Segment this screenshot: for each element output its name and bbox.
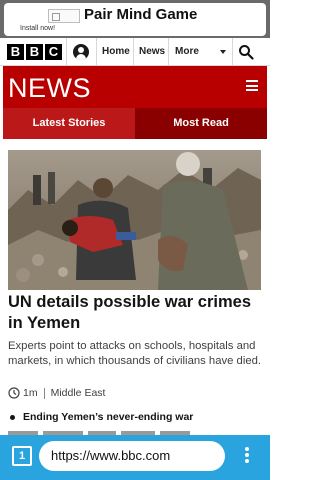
ad-title[interactable]: Pair Mind Game bbox=[84, 6, 197, 23]
news-header: NEWS bbox=[3, 66, 267, 108]
meta-divider bbox=[43, 387, 45, 399]
chevron-down-icon[interactable] bbox=[219, 48, 227, 56]
ad-card[interactable]: Pair Mind Game Install now! bbox=[4, 3, 266, 36]
clock-icon bbox=[8, 387, 20, 399]
article-photo[interactable] bbox=[8, 150, 261, 290]
tab-most-read[interactable]: Most Read bbox=[135, 108, 267, 139]
article-meta: 1m Middle East bbox=[8, 386, 105, 400]
overflow-menu-icon[interactable] bbox=[244, 447, 250, 465]
nav-divider bbox=[232, 38, 233, 66]
tab-latest-stories[interactable]: Latest Stories bbox=[3, 108, 135, 139]
tab-switcher-button[interactable]: 1 bbox=[12, 446, 32, 466]
related-story-link[interactable]: Ending Yemen’s never-ending war bbox=[8, 411, 193, 423]
ad-banner[interactable]: Pair Mind Game Install now! bbox=[0, 0, 270, 38]
nav-link-home[interactable]: Home bbox=[102, 38, 130, 66]
address-bar[interactable]: https://www.bbc.com bbox=[39, 441, 225, 471]
article-summary: Experts point to attacks on schools, hos… bbox=[8, 340, 262, 367]
story-tabs: Latest Stories Most Read bbox=[3, 108, 267, 139]
article-list: UN details possible war crimes in Yemen … bbox=[0, 139, 270, 435]
article-time: 1m bbox=[23, 387, 38, 399]
search-icon[interactable] bbox=[238, 44, 254, 60]
bbc-logo[interactable]: B B C bbox=[7, 44, 62, 60]
bbc-logo-letter-3: C bbox=[45, 44, 62, 60]
nav-divider bbox=[168, 38, 169, 66]
hamburger-icon[interactable] bbox=[246, 80, 258, 91]
bbc-navbar: B B C Home News More bbox=[0, 38, 270, 66]
nav-link-more[interactable]: More bbox=[175, 38, 199, 66]
browser-toolbar: 1 https://www.bbc.com bbox=[0, 435, 270, 480]
article-photo-illustration bbox=[8, 150, 261, 290]
bbc-logo-letter-1: B bbox=[7, 44, 24, 60]
article-headline[interactable]: UN details possible war crimes in Yemen bbox=[8, 292, 262, 334]
ad-image-placeholder-icon bbox=[48, 9, 80, 23]
related-story-label[interactable]: Ending Yemen’s never-ending war bbox=[23, 411, 193, 423]
account-icon[interactable] bbox=[73, 44, 89, 60]
nav-link-news[interactable]: News bbox=[139, 38, 165, 66]
bullet-icon bbox=[10, 414, 15, 420]
news-title[interactable]: NEWS bbox=[8, 73, 91, 104]
nav-divider bbox=[96, 38, 97, 66]
phone-screen: Pair Mind Game Install now! B B C Home N… bbox=[0, 0, 270, 480]
article-section[interactable]: Middle East bbox=[51, 387, 106, 399]
ad-subtitle[interactable]: Install now! bbox=[20, 25, 55, 32]
nav-divider bbox=[66, 38, 67, 66]
bbc-logo-letter-2: B bbox=[26, 44, 43, 60]
nav-divider bbox=[133, 38, 134, 66]
